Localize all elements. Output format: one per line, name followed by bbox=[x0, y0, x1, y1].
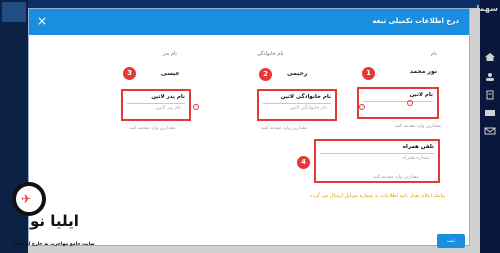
watermark-logo: ✈ ایلیا نو سایت جامع مهاجرت به خارج از ک… bbox=[10, 182, 95, 252]
first-name-value: نور محمد bbox=[409, 68, 437, 75]
info-icon: ! bbox=[407, 100, 413, 106]
info-icon: ! bbox=[193, 104, 199, 110]
sms-notice: پیامک اعلام بعداز تایید اطلاعات به شماره… bbox=[308, 193, 445, 199]
info-icon: ! bbox=[359, 104, 365, 110]
father-name-hint: مقدارین وارد مقدمه کنید bbox=[129, 126, 176, 131]
mobile-placeholder: شماره همراه bbox=[402, 155, 430, 161]
latin-father-name-field[interactable]: نام پدر لاتین نام پدر لاتین bbox=[121, 89, 191, 121]
supplementary-info-modal: درج اطلاعات تکمیلی تبعه × نام نور محمد 1… bbox=[28, 8, 470, 248]
latin-last-name-placeholder: نام خانوادگی لاتین bbox=[289, 105, 328, 111]
first-name-label: نام bbox=[430, 51, 437, 57]
father-name-value: عیسی bbox=[161, 70, 180, 77]
step-badge-4: 4 bbox=[297, 156, 310, 169]
first-name-hint: مقدارین وارد مقدمه کنید bbox=[394, 124, 441, 129]
modal-header: درج اطلاعات تکمیلی تبعه × bbox=[29, 9, 469, 35]
last-name-hint: مقدارین وارد مقدمه کنید bbox=[261, 126, 308, 131]
latin-first-name-title: نام لاتین bbox=[409, 92, 433, 98]
latin-father-name-title: نام پدر لاتین bbox=[151, 94, 185, 100]
field-underline bbox=[127, 103, 185, 104]
step-badge-1: 1 bbox=[362, 67, 375, 80]
logo-name: ایلیا نو bbox=[30, 212, 79, 230]
field-underline bbox=[263, 103, 331, 104]
last-name-value: رحیمی bbox=[287, 70, 308, 77]
step-badge-3: 3 bbox=[123, 67, 136, 80]
latin-last-name-title: نام خانوادگی لاتین bbox=[280, 94, 331, 100]
mobile-field-title: تلفن همراه bbox=[402, 144, 434, 150]
father-name-label: نام پدر bbox=[163, 51, 178, 57]
mobile-hint: مقدارین وارد مقدمه کنید bbox=[372, 175, 419, 180]
field-underline bbox=[363, 101, 433, 102]
plane-icon: ✈ bbox=[21, 192, 32, 206]
logo-tagline: سایت جامع مهاجرت به خارج از کشور bbox=[12, 242, 95, 247]
step-badge-2: 2 bbox=[259, 68, 272, 81]
latin-father-name-placeholder: نام پدر لاتین bbox=[155, 105, 181, 111]
latin-first-name-field[interactable]: نام لاتین bbox=[357, 87, 439, 119]
submit-button[interactable]: ثبت bbox=[437, 234, 465, 248]
modal-title: درج اطلاعات تکمیلی تبعه bbox=[372, 17, 459, 25]
logo-emblem: ✈ bbox=[12, 182, 46, 216]
field-underline bbox=[320, 153, 434, 154]
last-name-label: نام خانوادگی bbox=[257, 51, 284, 57]
close-icon[interactable]: × bbox=[37, 14, 47, 28]
latin-last-name-field[interactable]: نام خانوادگی لاتین نام خانوادگی لاتین bbox=[257, 89, 337, 121]
